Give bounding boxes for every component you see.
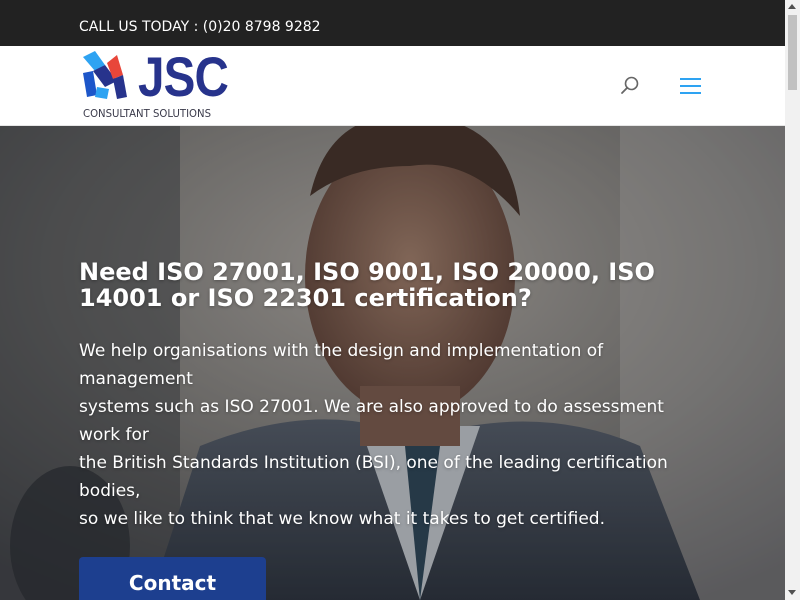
scrollbar[interactable] bbox=[785, 0, 800, 600]
top-bar: CALL US TODAY : (0)20 8798 9282 bbox=[0, 0, 785, 46]
search-icon bbox=[621, 76, 639, 94]
search-button[interactable] bbox=[620, 76, 640, 96]
hero-text-line: the British Standards Institution (BSI),… bbox=[79, 453, 668, 501]
hero-text-line: systems such as ISO 27001. We are also a… bbox=[79, 397, 664, 445]
logo[interactable]: JSC CONSULTANT SOLUTIONS bbox=[83, 47, 229, 121]
contact-button[interactable]: Contact bbox=[79, 557, 266, 600]
hamburger-line bbox=[680, 92, 701, 94]
scroll-down-arrow-icon[interactable] bbox=[788, 590, 796, 595]
hero-text-line: so we like to think that we know what it… bbox=[79, 509, 605, 529]
hero-description: We help organisations with the design an… bbox=[79, 337, 709, 533]
phone-number: CALL US TODAY : (0)20 8798 9282 bbox=[79, 19, 321, 35]
menu-button[interactable] bbox=[680, 77, 702, 95]
logo-tagline: CONSULTANT SOLUTIONS bbox=[83, 107, 212, 120]
hamburger-line bbox=[680, 85, 701, 87]
hero-text-line: We help organisations with the design an… bbox=[79, 341, 604, 389]
page: CALL US TODAY : (0)20 8798 9282 JSC CONS… bbox=[0, 0, 800, 600]
logo-mark-icon bbox=[83, 51, 127, 99]
site-header: JSC CONSULTANT SOLUTIONS bbox=[0, 46, 785, 126]
hamburger-menu-icon bbox=[680, 78, 701, 80]
scrollbar-thumb[interactable] bbox=[788, 15, 797, 90]
scroll-up-arrow-icon[interactable] bbox=[788, 4, 796, 9]
hero-section: Need ISO 27001, ISO 9001, ISO 20000, ISO… bbox=[0, 126, 785, 600]
hero-title: Need ISO 27001, ISO 9001, ISO 20000, ISO… bbox=[79, 258, 655, 312]
logo-wordmark: JSC bbox=[138, 45, 229, 108]
